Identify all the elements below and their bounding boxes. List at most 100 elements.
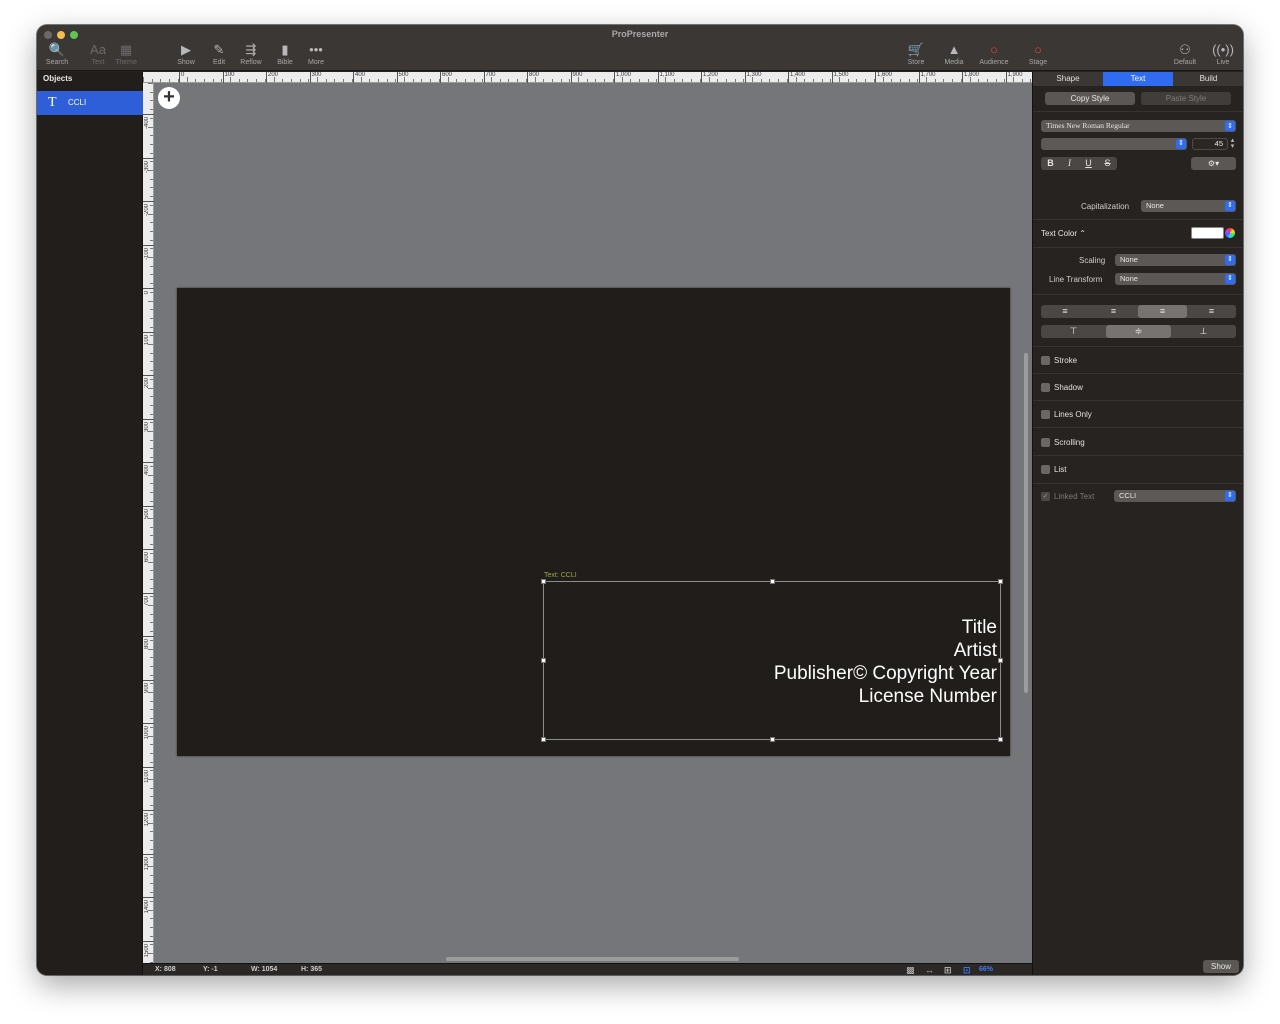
ruler-label: 900 xyxy=(144,682,150,693)
tab-shape[interactable]: Shape xyxy=(1033,72,1103,86)
capitalization-select[interactable]: None ⇕ xyxy=(1141,200,1236,212)
ruler-label: 1100 xyxy=(144,769,150,783)
select-arrows-icon: ⇕ xyxy=(1225,201,1235,211)
toolbar-button-label: Reflow xyxy=(240,59,262,66)
stage-toolbar-button[interactable]: ○ Stage xyxy=(1017,42,1059,70)
ruler-label: 900 xyxy=(572,72,583,78)
search-toolbar-button[interactable]: 🔍 Search xyxy=(40,42,74,70)
media-toolbar-button[interactable]: ▲ Media xyxy=(933,42,975,70)
line-transform-select[interactable]: None ⇕ xyxy=(1115,273,1236,285)
ccli-line-artist: Artist xyxy=(953,640,997,661)
lines-only-label: Lines Only xyxy=(1054,410,1092,419)
fit-width-icon[interactable]: ↔ xyxy=(925,965,934,975)
app-window: ProPresenter 🔍 Search Aa Text ▦ Theme ▶ Show ✎ Ed… xyxy=(37,25,1243,975)
underline-button[interactable]: U xyxy=(1079,157,1098,170)
ruler-label: 1,000 xyxy=(616,72,632,78)
default-toolbar-button[interactable]: ⚇ Default xyxy=(1164,42,1206,70)
stage-icon: ○ xyxy=(1034,42,1042,57)
zoom-level[interactable]: 66% xyxy=(979,966,993,973)
resize-handle[interactable] xyxy=(770,737,775,742)
font-family-select[interactable]: Times New Roman Regular ⇕ xyxy=(1041,120,1236,132)
resize-handle[interactable] xyxy=(541,737,546,742)
color-picker-icon[interactable] xyxy=(1225,228,1235,238)
show-button[interactable]: Show xyxy=(1203,960,1239,973)
vertical-alignment: ⊤ ≑ ⊥ xyxy=(1041,325,1236,338)
resize-handle[interactable] xyxy=(541,658,546,663)
shadow-checkbox[interactable] xyxy=(1041,383,1050,392)
align-right-icon[interactable]: ≡ xyxy=(1138,305,1187,318)
paste-style-button[interactable]: Paste Style xyxy=(1141,92,1231,105)
checkerboard-icon[interactable]: ▩ xyxy=(906,965,915,975)
audience-toolbar-button[interactable]: ○ Audience xyxy=(973,42,1015,70)
objects-panel: Objects T CCLI xyxy=(37,72,143,975)
editor-canvas[interactable]: + Text: CCLI Title Artist Publisher© Cop… xyxy=(154,83,1032,963)
ruler-label: 300 xyxy=(311,72,322,78)
bible-toolbar-button[interactable]: ▮ Bible xyxy=(268,42,302,70)
object-item-ccli[interactable]: T CCLI xyxy=(37,91,143,115)
more-toolbar-button[interactable]: ••• More xyxy=(299,42,333,70)
ruler-label: 0 xyxy=(181,72,185,78)
slide[interactable]: Text: CCLI Title Artist Publisher© Copyr… xyxy=(177,288,1010,756)
stroke-checkbox[interactable] xyxy=(1041,356,1050,365)
text-color-label[interactable]: Text Color ⌃ xyxy=(1041,229,1086,238)
ruler-label: 1200 xyxy=(144,813,150,827)
toolbar-button-label: Media xyxy=(944,59,964,66)
ruler-label: 500 xyxy=(144,508,150,519)
copy-style-button[interactable]: Copy Style xyxy=(1045,92,1135,105)
toolbar: ProPresenter 🔍 Search Aa Text ▦ Theme ▶ Show ✎ Ed… xyxy=(37,25,1243,71)
lines-only-checkbox[interactable] xyxy=(1041,410,1050,419)
align-middle-icon[interactable]: ≑ xyxy=(1106,325,1171,338)
show-toolbar-button[interactable]: ▶ Show xyxy=(169,42,203,70)
grid-icon[interactable]: ⊞ xyxy=(944,965,952,975)
resize-handle[interactable] xyxy=(541,579,546,584)
ruler-label: 200 xyxy=(144,378,150,389)
theme-toolbar-button[interactable]: ▦ Theme xyxy=(109,42,143,70)
italic-button[interactable]: I xyxy=(1060,157,1079,170)
select-arrows-icon: ⇕ xyxy=(1225,491,1235,501)
align-left-icon[interactable]: ≡ xyxy=(1041,305,1089,318)
horizontal-scrollbar[interactable] xyxy=(446,957,739,961)
vertical-ruler: -400 -300 -200 -100 0 100 200 300 400 500 600 700 80… xyxy=(143,83,154,963)
scaling-select[interactable]: None ⇕ xyxy=(1115,254,1236,266)
inspector-tabs: Shape Text Build xyxy=(1033,72,1243,86)
tab-text[interactable]: Text xyxy=(1103,72,1173,86)
live-toolbar-button[interactable]: ((•)) Live xyxy=(1202,42,1243,70)
ccli-line-license: License Number xyxy=(858,686,997,707)
vertical-scrollbar[interactable] xyxy=(1024,353,1028,693)
align-top-icon[interactable]: ⊤ xyxy=(1041,325,1106,338)
add-object-button[interactable]: + xyxy=(158,87,180,109)
resize-handle[interactable] xyxy=(998,658,1003,663)
align-center-icon[interactable]: ≡ xyxy=(1089,305,1138,318)
text-color-well[interactable] xyxy=(1191,227,1224,239)
align-bottom-icon[interactable]: ⊥ xyxy=(1171,325,1236,338)
scrolling-checkbox[interactable] xyxy=(1041,438,1050,447)
text-settings-gear-icon[interactable]: ⚙▾ xyxy=(1191,157,1236,170)
reflow-toolbar-button[interactable]: ⇶ Reflow xyxy=(234,42,268,70)
align-justify-icon[interactable]: ≡ xyxy=(1187,305,1236,318)
inspector-panel: Shape Text Build Copy Style Paste Style … xyxy=(1032,72,1243,975)
resize-handle[interactable] xyxy=(770,579,775,584)
store-toolbar-button[interactable]: 🛒 Store xyxy=(895,42,937,70)
ruler-label: 1,900 xyxy=(1007,72,1023,78)
object-item-label: CCLI xyxy=(68,98,87,107)
linked-text-checkbox[interactable]: ✓ xyxy=(1041,492,1050,501)
ruler-label: 100 xyxy=(144,334,150,345)
tab-build[interactable]: Build xyxy=(1173,72,1243,86)
bold-button[interactable]: B xyxy=(1041,157,1060,170)
resize-handle[interactable] xyxy=(998,579,1003,584)
snap-icon[interactable]: ⊡ xyxy=(963,965,971,975)
font-size-field[interactable]: 45 xyxy=(1192,138,1228,150)
ccli-text-box[interactable]: Title Artist Publisher© Copyright Year L… xyxy=(541,579,1003,742)
resize-handle[interactable] xyxy=(998,737,1003,742)
ruler-label: 100 xyxy=(224,72,235,78)
linked-text-select[interactable]: CCLI ⇕ xyxy=(1114,490,1236,502)
font-style-select[interactable]: ⇕ xyxy=(1041,138,1187,150)
ruler-label: 1,100 xyxy=(659,72,675,78)
ccli-text: Title Artist Publisher© Copyright Year L… xyxy=(774,616,997,708)
ruler-label: 1,700 xyxy=(920,72,936,78)
strikethrough-button[interactable]: S xyxy=(1098,157,1117,170)
font-size-stepper[interactable]: ▴ ▾ xyxy=(1229,137,1236,150)
edit-toolbar-button[interactable]: ✎ Edit xyxy=(202,42,236,70)
toolbar-button-label: Live xyxy=(1216,59,1230,66)
list-checkbox[interactable] xyxy=(1041,465,1050,474)
